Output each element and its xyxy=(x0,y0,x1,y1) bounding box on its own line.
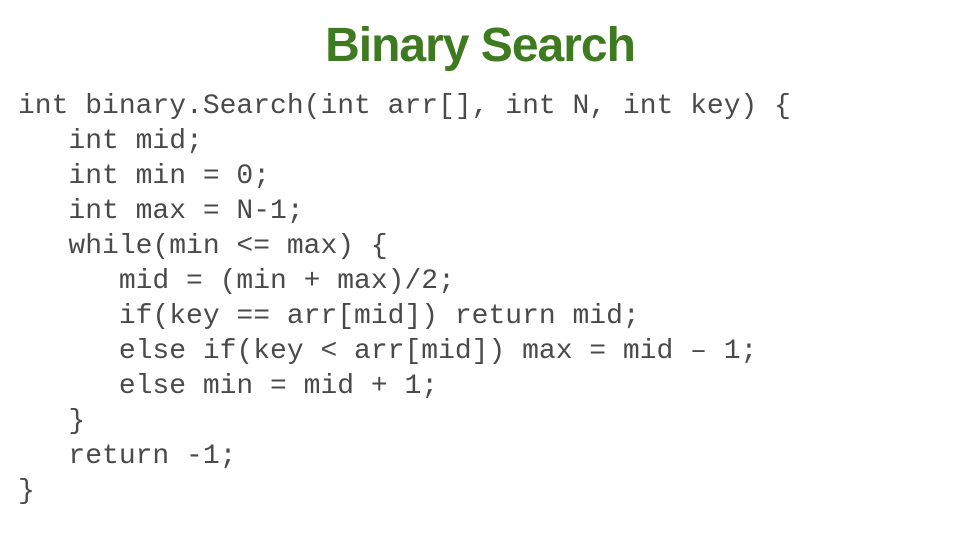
code-line: return -1; xyxy=(18,441,236,472)
code-line: int max = N-1; xyxy=(18,196,304,227)
code-line: } xyxy=(18,476,35,507)
slide-title: Binary Search xyxy=(0,0,960,83)
code-line: else if(key < arr[mid]) max = mid – 1; xyxy=(18,336,757,367)
code-line: else min = mid + 1; xyxy=(18,371,438,402)
code-line: } xyxy=(18,406,85,437)
code-line: int min = 0; xyxy=(18,161,270,192)
code-line: while(min <= max) { xyxy=(18,231,388,262)
code-line: int mid; xyxy=(18,126,203,157)
code-line: mid = (min + max)/2; xyxy=(18,266,455,297)
code-line: int binary.Search(int arr[], int N, int … xyxy=(18,91,791,122)
slide: Binary Search int binary.Search(int arr[… xyxy=(0,0,960,540)
code-line: if(key == arr[mid]) return mid; xyxy=(18,301,640,332)
code-block: int binary.Search(int arr[], int N, int … xyxy=(0,83,960,509)
